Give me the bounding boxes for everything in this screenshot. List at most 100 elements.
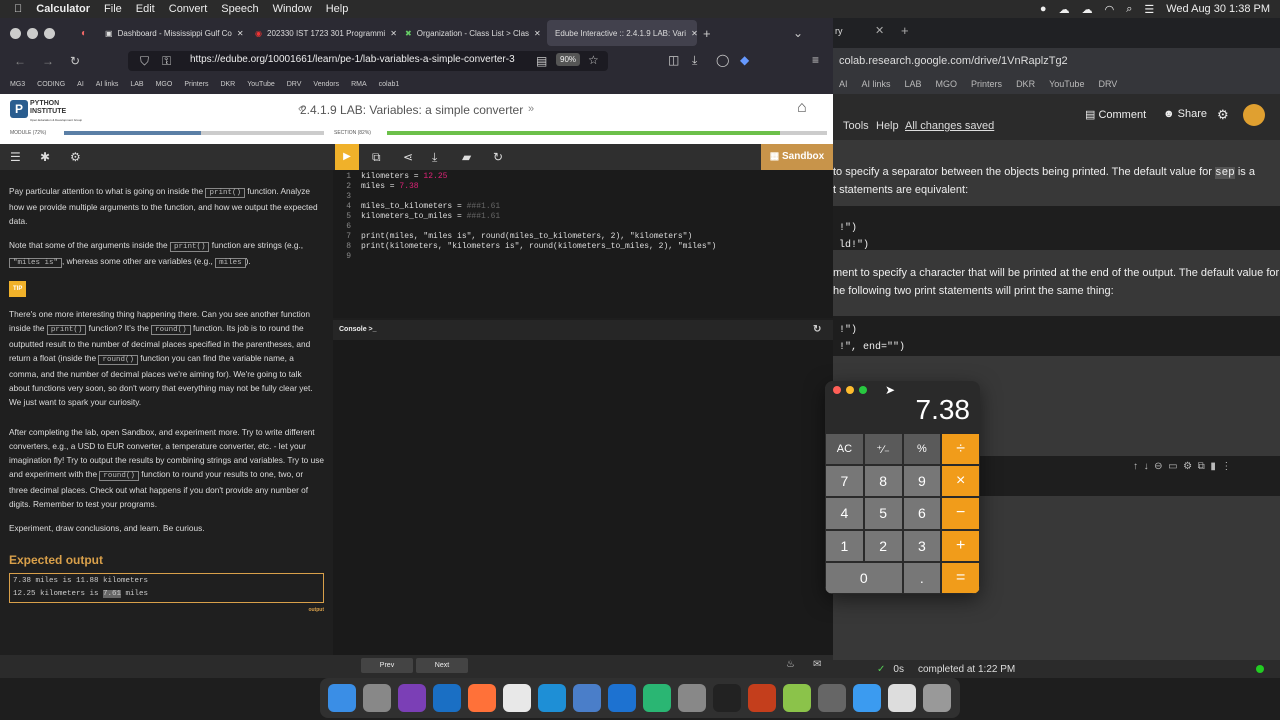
share-icon[interactable]: ⋖ [403, 150, 413, 164]
pocket-icon[interactable]: ◫ [668, 53, 679, 67]
bookmark[interactable]: MG3 [10, 81, 25, 88]
menu-help-colab[interactable]: Help [876, 120, 899, 132]
reset-icon[interactable]: ↻ [493, 150, 503, 164]
bookmark[interactable]: Printers [971, 79, 1002, 89]
code-line[interactable]: print(miles, "miles is", round(miles_to_… [361, 232, 692, 241]
xcode-icon[interactable] [608, 684, 636, 712]
download-icon[interactable]: ⤓ [432, 150, 437, 165]
console-output[interactable] [333, 340, 833, 655]
move-up-icon[interactable]: ↑ [1133, 461, 1138, 472]
trash-icon[interactable] [923, 684, 951, 712]
reload-icon[interactable]: ↻ [70, 54, 80, 68]
hamburger-icon[interactable]: ☰ [10, 150, 21, 164]
menu-icon[interactable]: ≡ [812, 53, 819, 67]
logo-text[interactable]: PYTHON INSTITUTE Open Education & Develo… [30, 100, 82, 124]
calc-key-opsymbol[interactable]: × [941, 465, 980, 498]
calc-key-0[interactable]: 0 [825, 561, 903, 594]
delete-icon[interactable]: ▮ [1210, 461, 1216, 472]
comment-button[interactable]: ▤ Comment [1085, 108, 1146, 121]
bookmark[interactable]: DKR [220, 81, 235, 88]
calc-key-symbol[interactable]: ⁺∕₋ [863, 433, 903, 466]
search-icon[interactable]: ⌕ [1126, 3, 1132, 16]
close-icon[interactable]: ✕ [691, 29, 697, 38]
reader-icon[interactable]: ▤ [536, 54, 547, 68]
download-icon[interactable]: ⤓ [692, 53, 697, 68]
calc-key-opsymbol[interactable]: = [941, 561, 980, 594]
files-icon[interactable] [888, 684, 916, 712]
console-refresh-icon[interactable]: ↻ [813, 324, 821, 335]
code-cell[interactable]: !") ld!") [833, 206, 1280, 251]
link-icon[interactable]: ⊖ [1154, 461, 1162, 472]
bookmark[interactable]: YouTube [247, 81, 275, 88]
code-line[interactable]: miles_to_kilometers = ###1.61 [361, 202, 500, 211]
pycharm-icon[interactable] [643, 684, 671, 712]
account-icon[interactable]: ◯ [716, 53, 729, 67]
run-button[interactable]: ▶ [335, 144, 359, 170]
calc-key-5[interactable]: 5 [863, 497, 903, 530]
bookmark[interactable]: AI [839, 79, 848, 89]
terminal-icon[interactable] [713, 684, 741, 712]
folder-icon[interactable] [853, 684, 881, 712]
bookmark[interactable]: MGO [936, 79, 958, 89]
window-zoom-button[interactable] [44, 27, 55, 39]
powerpoint-icon[interactable] [748, 684, 776, 712]
save-status[interactable]: All changes saved [905, 120, 994, 132]
calc-key-8[interactable]: 8 [863, 465, 903, 498]
shield-icon[interactable]: ⛉ [140, 54, 149, 69]
android-icon[interactable] [783, 684, 811, 712]
tab-dashboard[interactable]: ▣ Dashboard - Mississippi Gulf Co ✕ [97, 20, 247, 46]
bookmark[interactable]: DKR [1016, 79, 1035, 89]
mirror-icon[interactable]: ⧉ [1198, 461, 1205, 472]
firefox-view-icon[interactable]: ◐ [81, 28, 87, 39]
bookmark[interactable]: AI [77, 81, 84, 88]
close-icon[interactable]: ✕ [237, 29, 244, 38]
calc-key-1[interactable]: 1 [825, 529, 864, 562]
next-chapter-icon[interactable]: » [528, 103, 534, 115]
bookmark[interactable]: RMA [351, 81, 367, 88]
menu-window[interactable]: Window [273, 3, 312, 15]
apple-icon[interactable]:  [14, 3, 22, 15]
code-line[interactable]: kilometers_to_miles = ###1.61 [361, 212, 500, 221]
bookmark[interactable]: CODING [37, 81, 65, 88]
close-icon[interactable]: ✕ [875, 24, 884, 37]
window-minimize-button[interactable] [27, 27, 38, 39]
cloud-icon[interactable]: ☁ [1059, 3, 1070, 16]
record-icon[interactable]: ● [1040, 3, 1047, 15]
new-tab-icon[interactable]: + [703, 26, 711, 41]
calc-zoom-button[interactable] [859, 386, 867, 394]
url-text[interactable]: https://edube.org/10001661/learn/pe-1/la… [190, 54, 515, 65]
menu-tools[interactable]: Tools [843, 120, 869, 132]
close-icon[interactable]: ✕ [390, 29, 397, 38]
tab-class[interactable]: ◉ 202330 IST 1723 301 Programmi ✕ [247, 20, 397, 46]
bookmark[interactable]: AI links [862, 79, 891, 89]
calc-key-symbol[interactable]: AC [825, 433, 864, 466]
comment-icon[interactable]: ▭ [1168, 461, 1177, 472]
code-editor[interactable]: 1 kilometers = 12.25 2 miles = 7.38 3 4 miles_… [333, 170, 833, 318]
bookmark[interactable]: DRV [1098, 79, 1117, 89]
calc-key-7[interactable]: 7 [825, 465, 864, 498]
chrome-icon[interactable] [503, 684, 531, 712]
gear-icon[interactable]: ⚙ [70, 150, 81, 164]
bookmark[interactable]: LAB [130, 81, 143, 88]
calc-key-9[interactable]: 9 [902, 465, 942, 498]
new-tab-icon[interactable]: + [901, 23, 909, 38]
home-icon[interactable]: ⌂ [797, 99, 807, 117]
menu-edit[interactable]: Edit [136, 3, 155, 15]
tab-edube[interactable]: Edube Interactive :: 2.4.1.9 LAB: Vari ✕ [547, 20, 698, 46]
calculator-icon[interactable] [818, 684, 846, 712]
menu-file[interactable]: File [104, 3, 122, 15]
colab-url[interactable]: colab.research.google.com/drive/1VnRaplz… [839, 55, 1068, 67]
bookmark[interactable]: DRV [287, 81, 302, 88]
calc-key-symbol[interactable]: % [902, 433, 942, 466]
lightbulb-icon[interactable]: ♨ [786, 659, 795, 670]
calc-key-symbol[interactable]: . [902, 561, 942, 594]
sandbox-button[interactable]: ▦ Sandbox [761, 144, 833, 170]
code-line[interactable]: kilometers = 12.25 [361, 172, 447, 181]
window-close-button[interactable] [10, 27, 21, 39]
python-institute-logo-icon[interactable]: P [10, 100, 28, 118]
prev-button[interactable]: Prev [361, 658, 413, 673]
calc-key-opsymbol[interactable]: − [941, 497, 980, 530]
calc-key-opsymbol[interactable]: ÷ [941, 433, 980, 466]
calc-key-6[interactable]: 6 [902, 497, 942, 530]
forward-icon[interactable]: → [42, 54, 54, 68]
